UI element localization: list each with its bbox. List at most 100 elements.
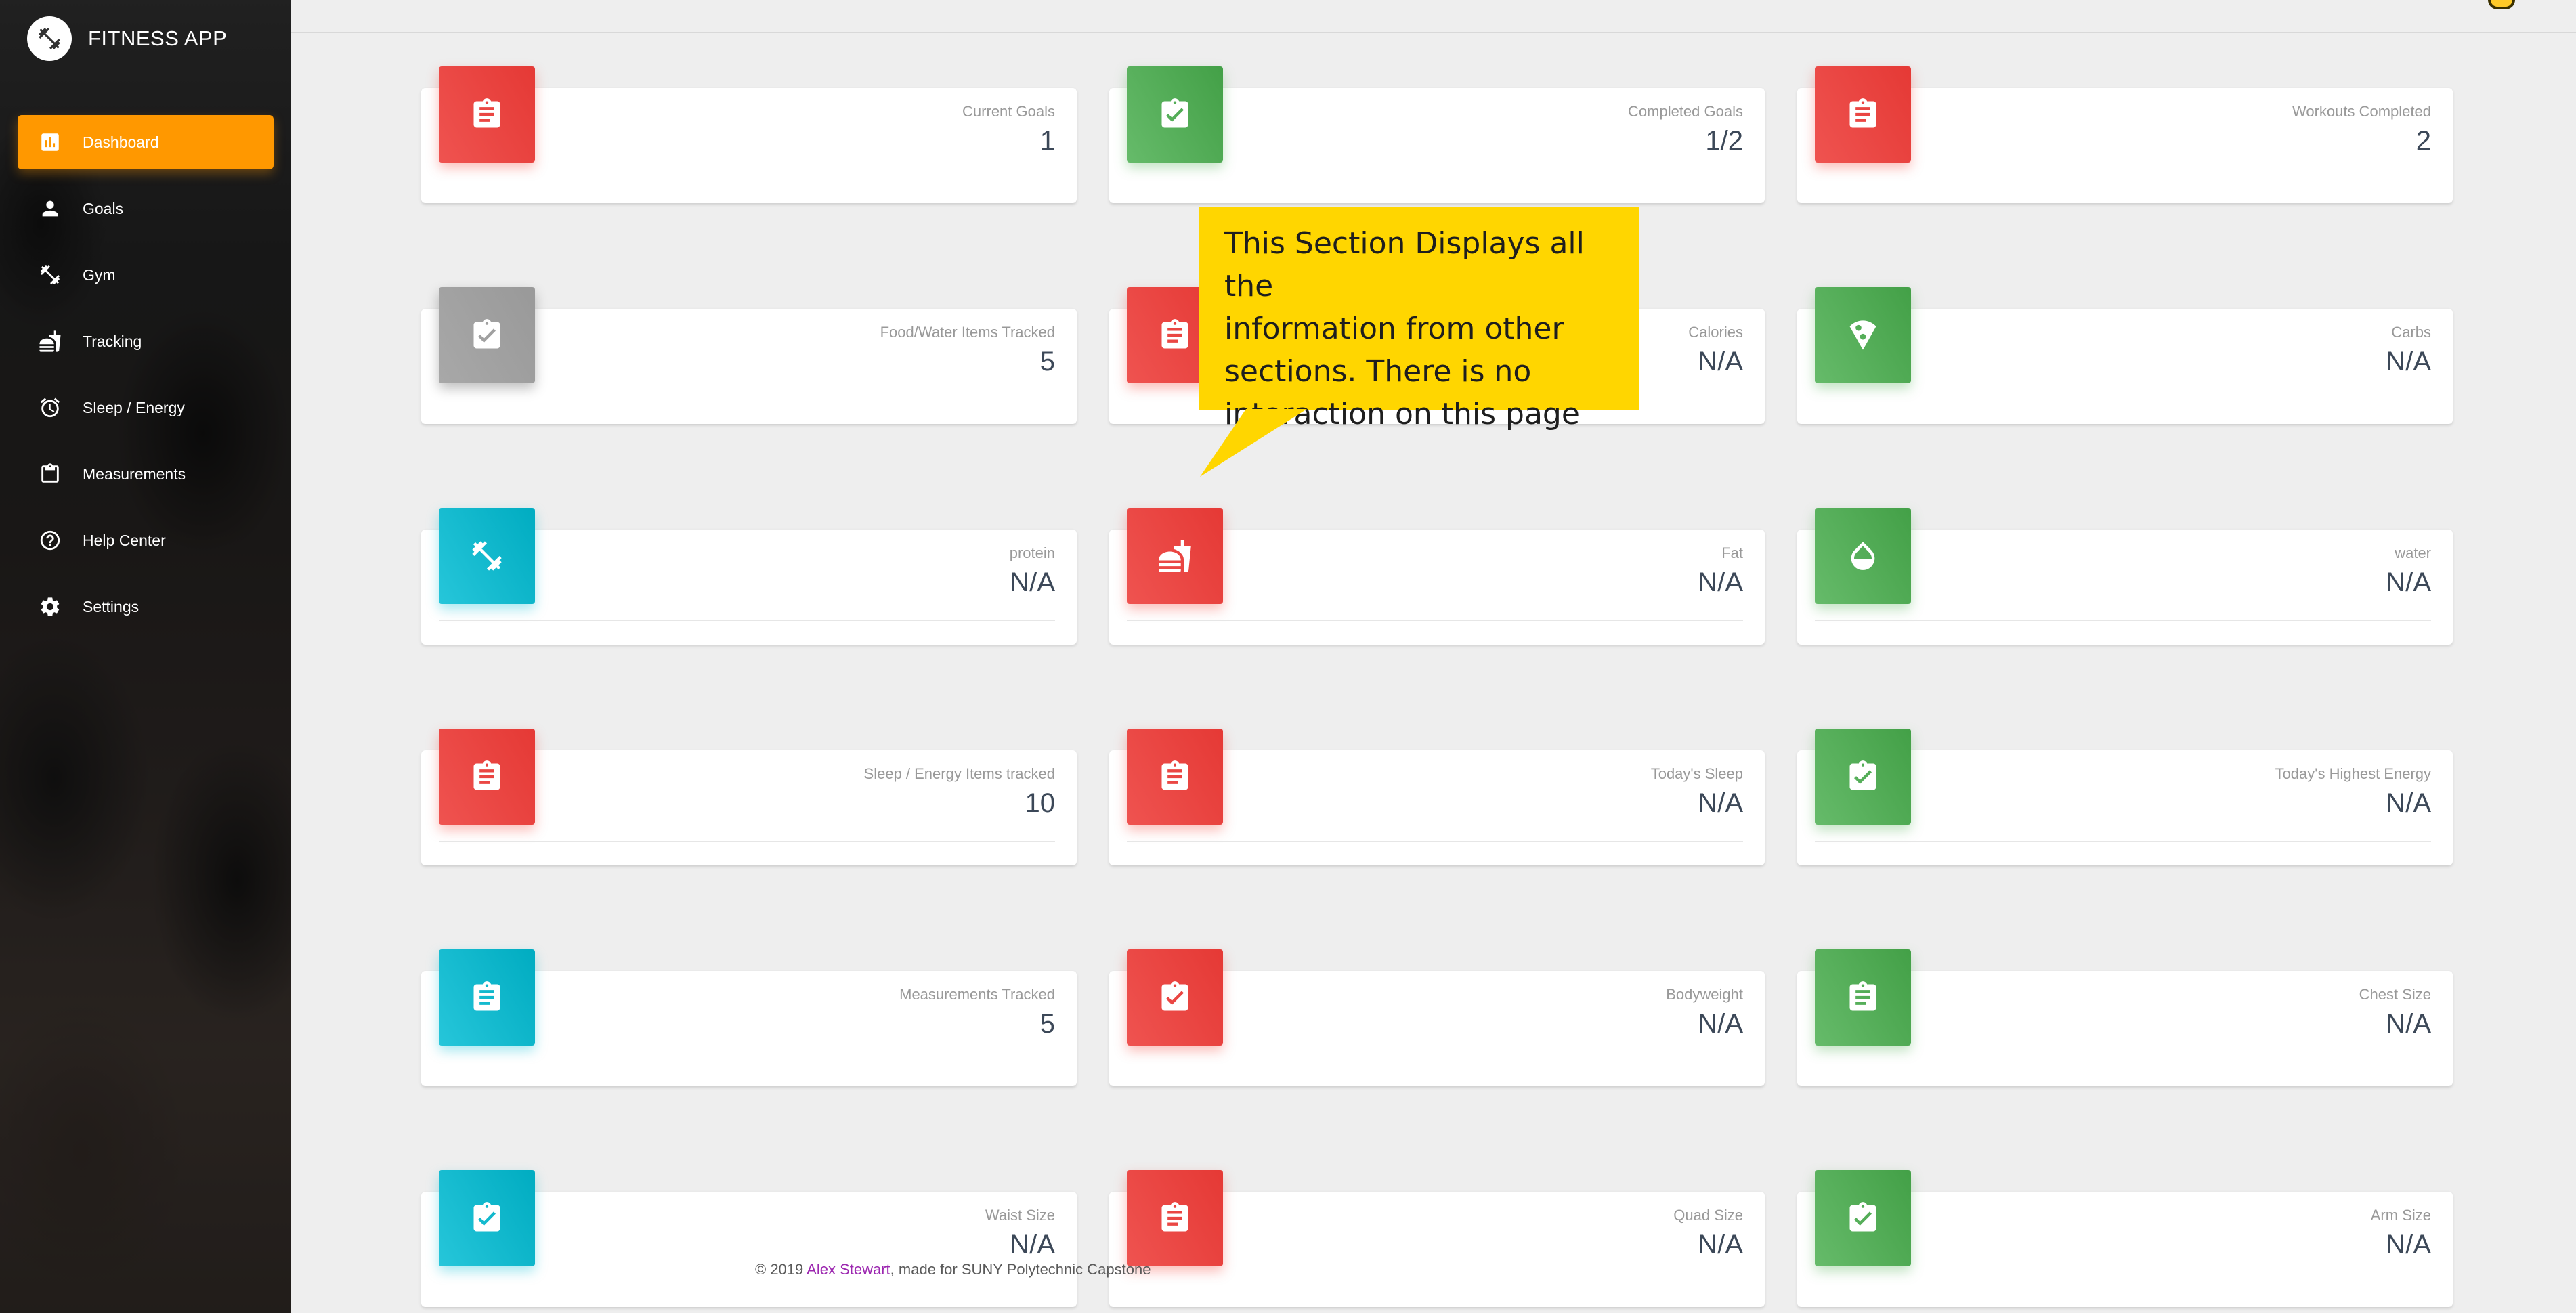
card-title: Carbs xyxy=(2391,324,2431,341)
assignment-icon xyxy=(1815,66,1911,163)
sidebar-item-label: Sleep / Energy xyxy=(83,398,185,416)
card-title: Today's Sleep xyxy=(1650,765,1743,782)
card-title: Completed Goals xyxy=(1628,103,1743,120)
card-divider xyxy=(1815,620,2431,621)
card-value: 5 xyxy=(1039,347,1055,376)
sidebar-item-sleep-energy[interactable]: Sleep / Energy xyxy=(18,381,274,435)
app-name: FITNESS APP xyxy=(88,26,228,50)
card-value: 2 xyxy=(2416,126,2431,156)
card-value: N/A xyxy=(1698,567,1743,597)
stat-card-arm-size: Arm Size N/A xyxy=(1797,1170,2453,1307)
card-title: Measurements Tracked xyxy=(899,986,1055,1003)
card-title: Calories xyxy=(1688,324,1743,341)
fastfood-icon xyxy=(1127,508,1223,604)
sidebar-item-dashboard[interactable]: Dashboard xyxy=(18,115,274,169)
card-title: Chest Size xyxy=(2359,986,2431,1003)
card-title: water xyxy=(2395,544,2431,561)
stat-card-todays-sleep: Today's Sleep N/A xyxy=(1109,729,1765,865)
stat-card-measurements-tracked: Measurements Tracked 5 xyxy=(421,949,1077,1086)
card-value: N/A xyxy=(2386,1230,2431,1260)
fastfood-icon xyxy=(38,329,62,353)
card-value: N/A xyxy=(2386,347,2431,376)
sidebar-item-label: Measurements xyxy=(83,465,186,483)
notification-avatar-icon[interactable] xyxy=(2488,0,2515,9)
card-value: N/A xyxy=(1698,347,1743,376)
sidebar-item-help-center[interactable]: Help Center xyxy=(18,513,274,567)
card-divider xyxy=(1815,841,2431,842)
card-value: 1 xyxy=(1039,126,1055,156)
stat-card-water: water N/A xyxy=(1797,508,2453,645)
card-value: N/A xyxy=(1010,1230,1055,1260)
pizza-icon xyxy=(1815,287,1911,383)
footer: © 2019 Alex Stewart, made for SUNY Polyt… xyxy=(755,1261,1151,1278)
card-value: N/A xyxy=(2386,567,2431,597)
card-value: 1/2 xyxy=(1705,126,1743,156)
card-title: Workouts Completed xyxy=(2292,103,2431,120)
sidebar-item-label: Tracking xyxy=(83,332,142,350)
stat-card-quad-size: Quad Size N/A xyxy=(1109,1170,1765,1307)
card-title: Food/Water Items Tracked xyxy=(880,324,1055,341)
card-title: Sleep / Energy Items tracked xyxy=(863,765,1055,782)
author-link[interactable]: Alex Stewart xyxy=(807,1261,890,1278)
sidebar-item-label: Gym xyxy=(83,265,116,284)
sidebar-item-label: Help Center xyxy=(83,531,166,549)
clipboard-icon xyxy=(38,462,62,486)
card-title: Fat xyxy=(1721,544,1743,561)
footer-copyright: © 2019 xyxy=(755,1261,807,1278)
sidebar-item-goals[interactable]: Goals xyxy=(18,181,274,236)
assignment-icon xyxy=(439,729,535,825)
card-value: N/A xyxy=(1698,1230,1743,1260)
card-value: N/A xyxy=(1698,1009,1743,1039)
card-value: N/A xyxy=(2386,1009,2431,1039)
sidebar-item-tracking[interactable]: Tracking xyxy=(18,314,274,368)
callout-pointer-shape xyxy=(1200,409,1307,477)
stat-card-current-goals: Current Goals 1 xyxy=(421,66,1077,203)
assignment-check-icon xyxy=(1815,1170,1911,1266)
callout-line: This Section Displays all the xyxy=(1224,226,1585,303)
card-divider xyxy=(1127,841,1743,842)
callout-line: sections. There is no xyxy=(1224,354,1532,389)
stat-card-sleep-energy-items: Sleep / Energy Items tracked 10 xyxy=(421,729,1077,865)
sidebar-item-gym[interactable]: Gym xyxy=(18,248,274,302)
card-value: N/A xyxy=(1698,788,1743,818)
assignment-icon xyxy=(439,949,535,1046)
person-icon xyxy=(38,196,62,221)
sidebar-item-settings[interactable]: Settings xyxy=(18,580,274,634)
stat-card-protein: protein N/A xyxy=(421,508,1077,645)
assignment-check-icon xyxy=(1815,729,1911,825)
stat-card-waist-size: Waist Size N/A xyxy=(421,1170,1077,1307)
help-icon xyxy=(38,528,62,553)
stat-card-bodyweight: Bodyweight N/A xyxy=(1109,949,1765,1086)
card-value: N/A xyxy=(2386,788,2431,818)
card-title: Quad Size xyxy=(1673,1207,1743,1224)
dumbbell-icon xyxy=(27,16,72,61)
assignment-icon xyxy=(1127,1170,1223,1266)
card-value: 10 xyxy=(1025,788,1056,818)
sidebar-nav: Dashboard Goals Gym Tracking Sleep / Ene… xyxy=(0,115,291,634)
assignment-icon xyxy=(439,66,535,163)
card-title: protein xyxy=(1009,544,1055,561)
assignment-icon xyxy=(1815,949,1911,1046)
assignment-icon xyxy=(1127,729,1223,825)
card-divider xyxy=(1127,620,1743,621)
sidebar-item-label: Dashboard xyxy=(83,133,159,151)
card-value: 5 xyxy=(1039,1009,1055,1039)
annotation-callout: This Section Displays all the informatio… xyxy=(1199,207,1639,431)
card-title: Current Goals xyxy=(962,103,1055,120)
stat-card-fat: Fat N/A xyxy=(1109,508,1765,645)
callout-line: information from other xyxy=(1224,311,1564,346)
stat-card-workouts-completed: Workouts Completed 2 xyxy=(1797,66,2453,203)
sidebar-item-measurements[interactable]: Measurements xyxy=(18,447,274,501)
water-drop-icon xyxy=(1815,508,1911,604)
assignment-check-icon xyxy=(1127,949,1223,1046)
card-title: Today's Highest Energy xyxy=(2275,765,2431,782)
callout-pointer xyxy=(1200,409,1307,477)
card-title: Waist Size xyxy=(985,1207,1055,1224)
sidebar-item-label: Settings xyxy=(83,597,139,616)
assignment-check-icon xyxy=(439,287,535,383)
fitness-center-icon xyxy=(439,508,535,604)
brand[interactable]: FITNESS APP xyxy=(16,0,275,77)
top-navbar xyxy=(291,0,2576,33)
assignment-check-icon xyxy=(1127,66,1223,163)
sidebar: FITNESS APP Dashboard Goals Gym Tracking… xyxy=(0,0,291,1313)
